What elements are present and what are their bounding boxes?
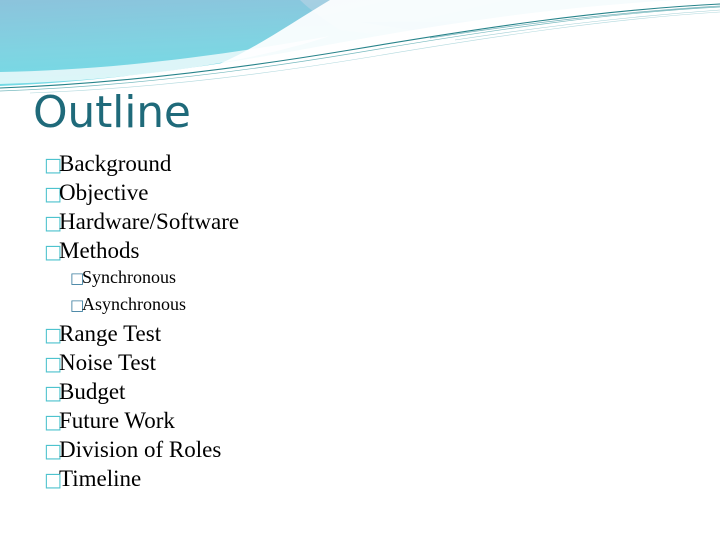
swoosh-band-deep <box>360 14 720 58</box>
presentation-slide: Outline □ Background □ Objective □ Hardware/S… <box>0 0 720 540</box>
swoosh-svg <box>0 0 720 95</box>
outline-item-label: Background <box>59 151 172 176</box>
outline-item-label: Future Work <box>59 408 175 433</box>
header-swoosh-graphic <box>0 0 720 95</box>
bullet-square-icon: □ <box>44 353 62 375</box>
outline-item: □ Budget <box>44 380 684 409</box>
bullet-square-icon: □ <box>44 324 62 346</box>
outline-item-label: Asynchronous <box>82 294 186 314</box>
accent-line-1 <box>0 3 720 89</box>
accent-line-2 <box>0 6 720 92</box>
bullet-square-icon: □ <box>44 154 62 176</box>
outline-bullet-list: □ Background □ Objective □ Hardware/Software □… <box>44 152 684 496</box>
outline-item-label: Synchronous <box>82 267 176 287</box>
swoosh-white-wedge <box>0 36 330 84</box>
outline-item: □ Objective <box>44 181 684 210</box>
outline-item: □ Division of Roles <box>44 438 684 467</box>
outline-item-label: Methods <box>59 238 140 263</box>
bullet-square-icon: □ <box>70 296 85 314</box>
bullet-square-icon: □ <box>44 469 62 491</box>
outline-item: □ Noise Test <box>44 351 684 380</box>
swoosh-white-upper <box>210 0 720 68</box>
outline-item: □ Synchronous <box>70 268 684 295</box>
swoosh-white-lower <box>0 0 720 95</box>
outline-item: □ Range Test <box>44 322 684 351</box>
bullet-square-icon: □ <box>44 212 62 234</box>
outline-item-label: Range Test <box>59 321 162 346</box>
swoosh-band-primary <box>0 0 720 89</box>
outline-item: □ Methods <box>44 239 684 268</box>
bullet-square-icon: □ <box>44 183 62 205</box>
outline-item: □ Asynchronous <box>70 295 684 322</box>
outline-item-label: Objective <box>59 180 149 205</box>
outline-item: □ Hardware/Software <box>44 210 684 239</box>
outline-item-label: Division of Roles <box>59 437 222 462</box>
bullet-square-icon: □ <box>44 440 62 462</box>
bullet-square-icon: □ <box>70 269 85 287</box>
slide-title: Outline <box>33 87 191 138</box>
bullet-square-icon: □ <box>44 382 62 404</box>
outline-item-label: Hardware/Software <box>59 209 240 234</box>
outline-item-label: Timeline <box>59 466 142 491</box>
bullet-square-icon: □ <box>44 411 62 433</box>
accent-line-4 <box>429 5 720 39</box>
outline-item-label: Budget <box>59 379 126 404</box>
outline-item: □ Future Work <box>44 409 684 438</box>
outline-item: □ Background <box>44 152 684 181</box>
outline-item-label: Noise Test <box>59 350 156 375</box>
outline-item: □ Timeline <box>44 467 684 496</box>
bullet-square-icon: □ <box>44 241 62 263</box>
accent-line-5 <box>454 9 720 41</box>
accent-line-3 <box>29 11 720 94</box>
swoosh-band-secondary <box>300 0 720 62</box>
